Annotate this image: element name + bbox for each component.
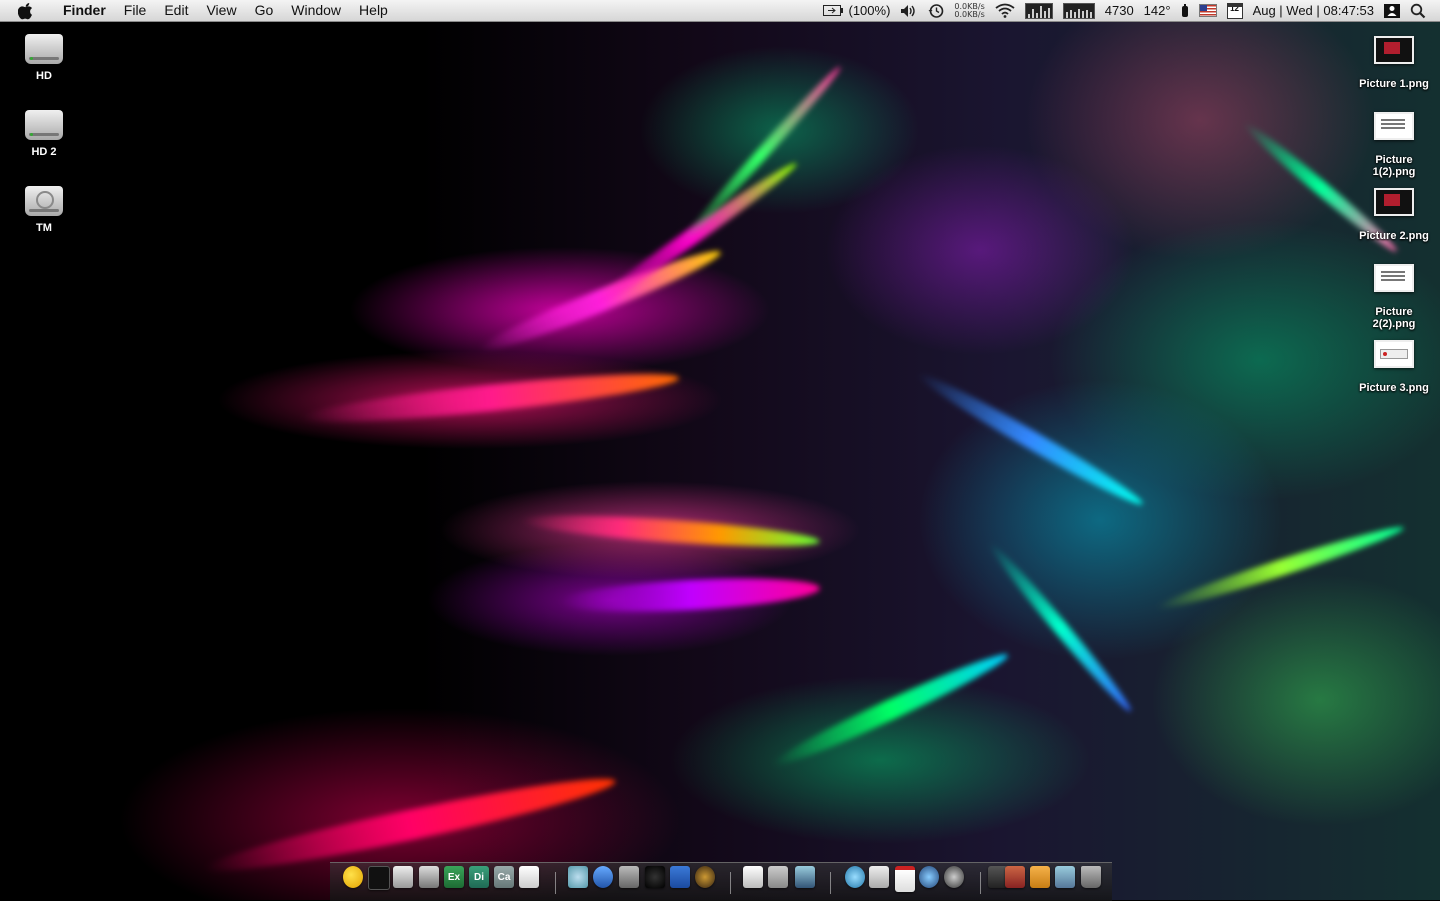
- bluetooth-device-icon[interactable]: [1176, 0, 1194, 21]
- drive-label: HD: [36, 70, 52, 82]
- desktop-wallpaper: [0, 0, 1440, 900]
- image-thumbnail-icon: [1374, 340, 1414, 368]
- safari-icon[interactable]: [919, 866, 939, 888]
- wifi-icon[interactable]: [990, 0, 1020, 21]
- downloads-folder-icon[interactable]: [1055, 866, 1075, 888]
- calendar-menu-icon[interactable]: 12: [1222, 0, 1248, 21]
- file-label: Picture 2.png: [1359, 230, 1429, 242]
- clock-datetime[interactable]: Aug | Wed | 08:47:53: [1248, 0, 1379, 21]
- menu-help[interactable]: Help: [350, 0, 397, 21]
- hard-drive-icon: [25, 110, 63, 140]
- dock-separator: [830, 872, 831, 894]
- desktop-file-picture2-2[interactable]: Picture 2(2).png: [1354, 264, 1434, 330]
- scanner-icon[interactable]: [419, 866, 439, 888]
- cpu-graph-icon: [1024, 2, 1053, 19]
- input-source-flag-icon[interactable]: [1194, 0, 1222, 21]
- network-speed[interactable]: 0.0KB/s 0.0KB/s: [949, 0, 989, 21]
- di-app-icon[interactable]: Di: [469, 866, 489, 888]
- ca-app-icon[interactable]: Ca: [494, 866, 514, 888]
- desktop-file-picture1[interactable]: Picture 1.png: [1354, 36, 1434, 90]
- books-folder-icon[interactable]: [1005, 866, 1025, 888]
- file-label: Picture 1.png: [1359, 78, 1429, 90]
- camera-icon[interactable]: [645, 866, 665, 888]
- desktop-file-picture3[interactable]: Picture 3.png: [1354, 340, 1434, 394]
- file-label: Picture 1(2).png: [1372, 154, 1416, 178]
- battery-status[interactable]: (100%): [818, 0, 896, 21]
- desktop-drive-tm[interactable]: TM: [4, 186, 84, 234]
- dock-separator: [980, 872, 981, 894]
- image-thumbnail-icon: [1374, 36, 1414, 64]
- image-thumbnail-icon: [1374, 188, 1414, 216]
- desktop-file-picture2[interactable]: Picture 2.png: [1354, 188, 1434, 242]
- volume-icon[interactable]: [895, 0, 923, 21]
- time-machine-icon[interactable]: [923, 0, 949, 21]
- net-download: 0.0KB/s: [954, 9, 985, 19]
- menu-window[interactable]: Window: [282, 0, 350, 21]
- battery-icon: [822, 5, 843, 16]
- image-thumbnail-icon: [1374, 112, 1414, 140]
- file-label: Picture 3.png: [1359, 382, 1429, 394]
- desktop-file-picture1-2[interactable]: Picture 1(2).png: [1354, 112, 1434, 178]
- preview-icon[interactable]: [593, 866, 613, 888]
- file-label: Picture 2(2).png: [1372, 306, 1416, 330]
- network-graph[interactable]: [1058, 0, 1100, 21]
- xcode-icon[interactable]: [795, 866, 815, 888]
- trash-icon[interactable]: [1081, 866, 1101, 888]
- adium-icon[interactable]: [343, 866, 363, 888]
- desktop-drive-hd[interactable]: HD: [4, 34, 84, 82]
- temperature-stat[interactable]: 142°: [1139, 0, 1176, 21]
- archive-icon[interactable]: [619, 866, 639, 888]
- menu-go[interactable]: Go: [246, 0, 283, 21]
- word-icon[interactable]: [670, 866, 690, 888]
- menu-file[interactable]: File: [115, 0, 156, 21]
- menu-app-finder[interactable]: Finder: [54, 0, 115, 21]
- dock-separator: [555, 872, 556, 894]
- network-graph-icon: [1062, 2, 1095, 19]
- network-icon[interactable]: [944, 866, 964, 888]
- calendar-day: 12: [1226, 2, 1243, 19]
- drive-label: HD 2: [31, 146, 57, 158]
- mail-client-icon[interactable]: [568, 866, 588, 888]
- user-switch-icon[interactable]: [1379, 0, 1405, 21]
- drive-label: TM: [36, 222, 52, 234]
- excel-icon[interactable]: Ex: [444, 866, 464, 888]
- cpu-graph[interactable]: [1020, 0, 1058, 21]
- menu-edit[interactable]: Edit: [155, 0, 197, 21]
- aperture-icon[interactable]: [695, 866, 715, 888]
- dock-separator: [730, 872, 731, 894]
- itunes-icon[interactable]: [845, 866, 865, 888]
- time-machine-drive-icon: [25, 186, 63, 216]
- activity-monitor-icon[interactable]: [368, 866, 390, 890]
- calendar-icon[interactable]: [895, 866, 915, 892]
- menu-view[interactable]: View: [197, 0, 245, 21]
- battery-percent: (100%): [848, 3, 891, 18]
- spotlight-search-icon[interactable]: [1405, 0, 1440, 21]
- image-thumbnail-icon: [1374, 264, 1414, 292]
- menu-bar: Finder File Edit View Go Window Help (10…: [0, 0, 1440, 22]
- memory-stat[interactable]: 4730: [1100, 0, 1139, 21]
- textedit-icon[interactable]: [743, 866, 763, 888]
- directory-utility-icon[interactable]: [768, 866, 788, 888]
- hard-drive-icon: [25, 34, 63, 64]
- apple-menu-icon[interactable]: [18, 0, 36, 21]
- printer-icon[interactable]: [393, 866, 413, 888]
- desktop-drive-hd2[interactable]: HD 2: [4, 110, 84, 158]
- documents-folder-icon[interactable]: [1030, 866, 1050, 888]
- mail-icon[interactable]: [869, 866, 889, 888]
- script-editor-icon[interactable]: [519, 866, 539, 888]
